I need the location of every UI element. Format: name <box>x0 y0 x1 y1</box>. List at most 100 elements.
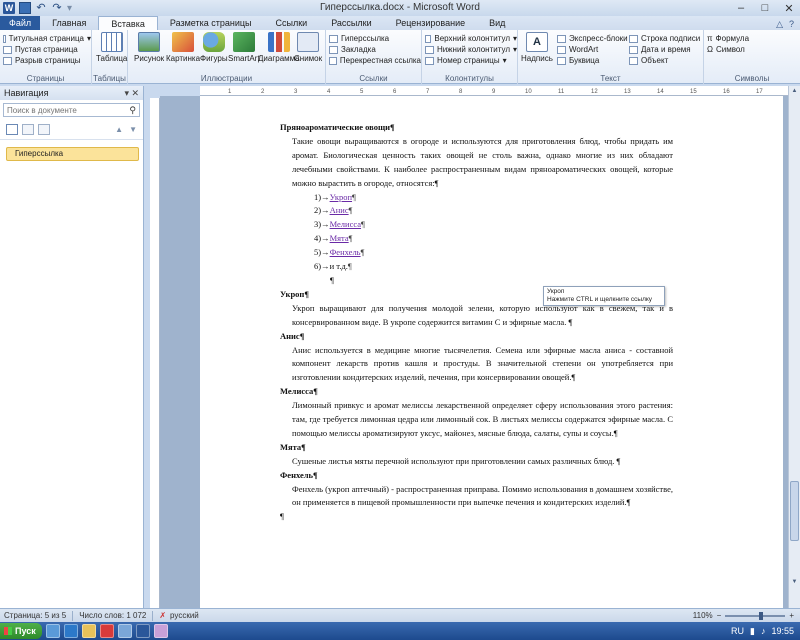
minimize-ribbon-icon[interactable]: △ <box>776 19 783 30</box>
footer-button[interactable]: Нижний колонтитул ▾ <box>422 44 517 55</box>
hyperlink[interactable]: Фенхель <box>330 247 361 257</box>
desktop-icon[interactable] <box>45 624 60 638</box>
footer-label: Нижний колонтитул <box>436 45 510 54</box>
object-button[interactable]: Объект <box>626 55 700 66</box>
word-taskbar-icon[interactable] <box>135 624 150 638</box>
symbol-label: Символ <box>715 45 745 54</box>
omega-icon: Ω <box>707 45 713 54</box>
tab-file[interactable]: Файл <box>0 16 41 30</box>
document-body[interactable]: Пряноароматические овощи¶ Такие овощи вы… <box>280 121 673 524</box>
hyperlink-button[interactable]: Гиперссылка <box>326 33 421 44</box>
zoom-slider-knob[interactable] <box>759 611 764 620</box>
header-label: Верхний колонтитул <box>434 34 510 43</box>
tab-insert[interactable]: Вставка <box>98 16 158 30</box>
quick-parts-button[interactable]: Экспресс-блоки <box>554 33 628 44</box>
horizontal-ruler[interactable]: 1 2 3 4 5 6 7 8 9 10 11 12 13 14 15 16 17 <box>200 86 788 96</box>
page-break-button[interactable]: Разрыв страницы <box>0 55 91 66</box>
proofing-icon[interactable]: ✗ <box>159 611 166 620</box>
close-button[interactable]: ✕ <box>780 2 798 15</box>
zoom-slider[interactable] <box>725 611 786 620</box>
zoom-level[interactable]: 110% <box>693 611 713 620</box>
wordart-button[interactable]: WordArt <box>554 44 628 55</box>
results-view-icon[interactable] <box>38 124 50 135</box>
scroll-down-icon[interactable]: ▼ <box>790 579 799 588</box>
group-text: A Надпись Экспресс-блоки WordArt Буквица… <box>518 30 704 84</box>
table-button[interactable]: Таблица <box>96 32 127 63</box>
shapes-button[interactable]: Фигуры <box>200 32 228 63</box>
ruler-tick: 9 <box>492 89 496 95</box>
undo-icon[interactable]: ↶ <box>35 2 47 14</box>
textbox-button[interactable]: A Надпись <box>521 32 553 63</box>
ie-icon[interactable] <box>63 624 78 638</box>
vegetable-sections: Укроп¶ Укроп выращивают для получения мол… <box>280 288 673 511</box>
page-number-button[interactable]: Номер страницы ▾ <box>422 55 517 66</box>
search-icon[interactable]: ⚲ <box>129 105 136 116</box>
scroll-thumb[interactable] <box>790 481 799 541</box>
language[interactable]: русский <box>170 611 199 620</box>
customize-qat-icon[interactable]: ▾ <box>67 3 72 14</box>
tab-view[interactable]: Вид <box>477 16 517 30</box>
save-icon[interactable] <box>19 2 31 14</box>
list-number: 2)→ <box>314 205 330 216</box>
blank-page-button[interactable]: Пустая страница <box>0 44 91 55</box>
bookmark-button[interactable]: Закладка <box>326 44 421 55</box>
clipart-icon <box>172 32 195 52</box>
zoom-out-icon[interactable]: − <box>717 611 722 620</box>
symbol-button[interactable]: Ω Символ <box>704 44 800 55</box>
picture-label: Рисунок <box>134 54 165 63</box>
smartart-button[interactable]: SmartArt <box>228 32 260 63</box>
date-time-button[interactable]: Дата и время <box>626 44 700 55</box>
redo-icon[interactable]: ↷ <box>51 2 63 14</box>
search-input[interactable] <box>7 105 107 115</box>
hyperlink[interactable]: Укроп <box>330 192 352 202</box>
clipart-button[interactable]: Картинка <box>166 32 200 63</box>
app-icon[interactable] <box>117 624 132 638</box>
nav-search-box: ⚲ <box>3 103 140 117</box>
clock[interactable]: 19:55 <box>771 626 794 636</box>
section-paragraph: Фенхель (укроп аптечный) - распространен… <box>292 483 673 508</box>
tab-mailings[interactable]: Рассылки <box>319 16 383 30</box>
minimize-button[interactable]: – <box>732 2 750 14</box>
headings-view-icon[interactable] <box>6 124 18 135</box>
vertical-ruler[interactable] <box>150 98 160 608</box>
signature-line-button[interactable]: Строка подписи <box>626 33 700 44</box>
hyperlink[interactable]: Анис <box>330 205 349 215</box>
chevron-down-icon[interactable]: ▼ <box>129 125 137 134</box>
zoom-in-icon[interactable]: + <box>789 611 794 620</box>
tab-page-layout[interactable]: Разметка страницы <box>158 16 264 30</box>
hyperlink-label: Гиперссылка <box>341 34 390 43</box>
dropcap-button[interactable]: Буквица <box>554 55 628 66</box>
word-count[interactable]: Число слов: 1 072 <box>79 611 146 620</box>
volume-icon[interactable]: ♪ <box>761 626 766 636</box>
pages-view-icon[interactable] <box>22 124 34 135</box>
close-icon[interactable]: ▾ ✕ <box>124 88 139 99</box>
scroll-up-icon[interactable]: ▲ <box>790 88 799 97</box>
vertical-scrollbar[interactable]: ▲ ▼ <box>788 86 800 608</box>
chevron-up-icon[interactable]: ▲ <box>115 125 123 134</box>
document-page[interactable]: Пряноароматические овощи¶ Такие овощи вы… <box>200 96 783 608</box>
tab-home[interactable]: Главная <box>40 16 98 30</box>
start-button[interactable]: Пуск <box>0 623 42 639</box>
language-indicator[interactable]: RU <box>731 626 744 636</box>
tab-references[interactable]: Ссылки <box>264 16 320 30</box>
footer-icon <box>425 45 434 54</box>
maximize-button[interactable]: □ <box>756 2 774 14</box>
cross-reference-button[interactable]: Перекрестная ссылка <box>326 55 421 66</box>
hyperlink[interactable]: Мята <box>330 233 349 243</box>
word-logo-icon[interactable]: W <box>3 2 15 14</box>
date-time-label: Дата и время <box>641 45 691 54</box>
network-icon[interactable]: ▮ <box>750 626 755 637</box>
cover-page-button[interactable]: Титульная страница ▾ <box>0 33 91 44</box>
tab-review[interactable]: Рецензирование <box>384 16 478 30</box>
yandex-icon[interactable] <box>99 624 114 638</box>
equation-button[interactable]: π Формула <box>704 33 800 44</box>
picture-button[interactable]: Рисунок <box>134 32 164 63</box>
header-button[interactable]: Верхний колонтитул ▾ <box>422 33 517 44</box>
hyperlink[interactable]: Мелисса <box>330 219 361 229</box>
nav-heading-item[interactable]: Гиперссылка <box>6 147 139 161</box>
app-icon[interactable] <box>153 624 168 638</box>
help-icon[interactable]: ? <box>789 19 794 30</box>
folder-icon[interactable] <box>81 624 96 638</box>
page-count[interactable]: Страница: 5 из 5 <box>4 611 66 620</box>
screenshot-button[interactable]: Снимок <box>294 32 322 63</box>
